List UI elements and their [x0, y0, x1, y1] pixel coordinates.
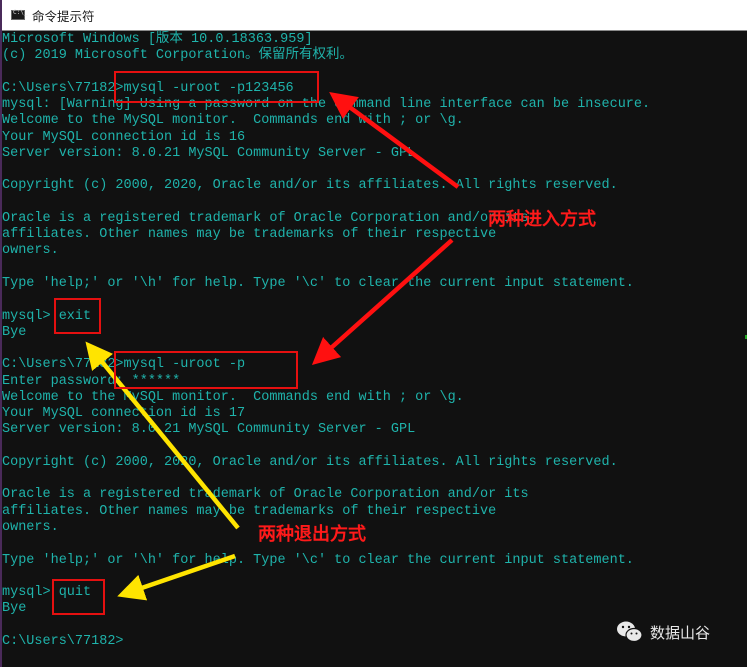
terminal-line: Copyright (c) 2000, 2020, Oracle and/or … [2, 178, 618, 194]
highlight-box-quit [52, 579, 105, 615]
terminal-line: mysql: [Warning] Using a password on the… [2, 97, 651, 113]
terminal-lines: Microsoft Windows [版本 10.0.18363.959] (c)… [2, 32, 650, 650]
terminal-line: Welcome to the MySQL monitor. Commands e… [2, 113, 464, 129]
terminal-line: (c) 2019 Microsoft Corporation。保留所有权利。 [2, 48, 354, 64]
terminal-line: Oracle is a registered trademark of Orac… [2, 487, 529, 503]
terminal-line: Microsoft Windows [版本 10.0.18363.959] [2, 32, 313, 47]
highlight-box-login-with-password [114, 71, 319, 103]
terminal-line: affiliates. Other names may be trademark… [2, 503, 497, 519]
highlight-box-login-prompt [114, 351, 298, 389]
terminal-line: Your MySQL connection id is 16 [2, 129, 246, 145]
terminal-line: C:\Users\77182>mysql -uroot -p [2, 357, 246, 373]
terminal-line: Server version: 8.0.21 MySQL Community S… [2, 422, 416, 438]
terminal-line: Type 'help;' or '\h' for help. Type '\c'… [2, 275, 634, 291]
watermark-text: 数据山谷 [650, 623, 711, 642]
watermark: 数据山谷 [616, 620, 710, 644]
terminal-line: Your MySQL connection id is 17 [2, 406, 246, 422]
window-edge [0, 0, 2, 667]
terminal-line: Enter password: ****** [2, 373, 181, 389]
enter-methods-label: 两种进入方式 [488, 209, 596, 230]
cmd-icon [11, 9, 27, 20]
wechat-icon [617, 621, 643, 643]
terminal-line: Copyright (c) 2000, 2020, Oracle and/or … [2, 454, 618, 470]
terminal-line: C:\Users\77182>mysql -uroot -p123456 [2, 80, 294, 96]
window-title: 命令提示符 [32, 8, 95, 24]
exit-methods-label: 两种退出方式 [258, 524, 366, 545]
terminal-output[interactable]: Microsoft Windows [版本 10.0.18363.959] (c)… [2, 31, 747, 667]
title-bar[interactable]: 命令提示符 [0, 0, 747, 31]
terminal-line: owners. [2, 243, 59, 259]
highlight-box-exit [54, 298, 101, 334]
terminal-line: Server version: 8.0.21 MySQL Community S… [2, 145, 416, 161]
terminal-line: Welcome to the MySQL monitor. Commands e… [2, 389, 464, 405]
terminal-line: Type 'help;' or '\h' for help. Type '\c'… [2, 552, 634, 568]
terminal-line: C:\Users\77182> [2, 633, 124, 649]
